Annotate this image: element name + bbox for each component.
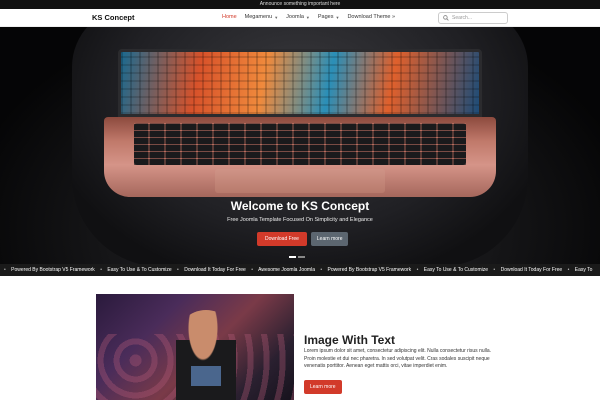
laptop-glow-detail xyxy=(191,366,221,386)
nav-item-label: Home xyxy=(222,14,237,20)
nav-item-joomla[interactable]: Joomla ▼ xyxy=(286,14,310,20)
announcement-bar: Announce something important here xyxy=(0,0,600,9)
learn-more-button[interactable]: Learn more xyxy=(310,232,349,246)
search-icon xyxy=(443,15,449,21)
laptop-keyboard-image xyxy=(134,123,466,165)
ticker-bar: • Powered By Bootstrap V5 Framework • Ea… xyxy=(0,264,600,276)
site-header: KS Concept Home Megamenu ▼ Joomla ▼ Pages ▼… xyxy=(0,9,600,27)
hero-title: Welcome to KS Concept xyxy=(230,199,370,213)
ticker-item: Download It Today For Free xyxy=(184,267,246,273)
nav-item-download-theme[interactable]: Download Theme » xyxy=(347,14,395,20)
nav-item-megamenu[interactable]: Megamenu ▼ xyxy=(245,14,279,20)
ticker-separator: • xyxy=(100,267,102,273)
ticker-item: Powered By Bootstrap V5 Framework xyxy=(11,267,95,273)
ticker-separator: • xyxy=(493,267,496,273)
ticker-item: Awesome Joomla Joomla xyxy=(258,267,315,273)
site-logo[interactable]: KS Concept xyxy=(92,13,135,22)
ticker-item: Easy To xyxy=(574,267,593,273)
person-image-detail xyxy=(176,310,236,400)
chevron-down-icon: ▼ xyxy=(335,14,340,20)
chevron-down-icon: ▼ xyxy=(274,14,279,20)
main-nav: Home Megamenu ▼ Joomla ▼ Pages ▼ Download T… xyxy=(222,14,403,20)
laptop-screen-image xyxy=(118,49,482,117)
ticker-separator: • xyxy=(251,267,253,273)
download-free-button[interactable]: Download Free xyxy=(257,232,307,246)
ticker-item: Easy To Use & To Customize xyxy=(423,267,489,273)
feature-learn-more-button[interactable]: Learn more xyxy=(304,380,342,394)
ticker-separator: • xyxy=(4,267,6,273)
nav-item-label: Download Theme » xyxy=(347,14,396,20)
slide-indicator-1[interactable] xyxy=(289,256,296,258)
laptop-trackpad-image xyxy=(215,169,385,193)
ticker-separator: • xyxy=(567,267,570,273)
search-placeholder: Search... xyxy=(452,15,473,21)
hero-slider: Welcome to KS Concept Free Joomla Templa… xyxy=(0,27,600,264)
hero-subtitle: Free Joomla Template Focused On Simplici… xyxy=(227,217,373,223)
feature-image xyxy=(96,294,294,400)
nav-item-home[interactable]: Home xyxy=(222,14,237,20)
slide-indicator-2[interactable] xyxy=(298,256,305,258)
nav-item-label: Megamenu xyxy=(244,14,273,20)
ticker-item: Download It Today For Free xyxy=(500,267,563,273)
feature-body: Lorem ipsum dolor sit amet, consectetur … xyxy=(304,348,492,369)
ticker-item: Powered By Bootstrap V5 Framework xyxy=(327,267,412,273)
feature-title: Image With Text xyxy=(304,333,396,347)
ticker-separator: • xyxy=(177,267,179,273)
search-input[interactable]: Search... xyxy=(438,12,508,24)
nav-item-label: Pages xyxy=(317,14,334,20)
nav-item-label: Joomla xyxy=(286,14,304,20)
ticker-separator: • xyxy=(416,267,419,273)
ticker-separator: • xyxy=(320,267,323,273)
hero-buttons: Download Free Learn more xyxy=(257,232,349,246)
slider-indicators xyxy=(289,256,305,258)
chevron-down-icon: ▼ xyxy=(305,14,310,20)
ticker-item: Easy To Use & To Customize xyxy=(107,267,172,273)
nav-item-pages[interactable]: Pages ▼ xyxy=(318,14,340,20)
